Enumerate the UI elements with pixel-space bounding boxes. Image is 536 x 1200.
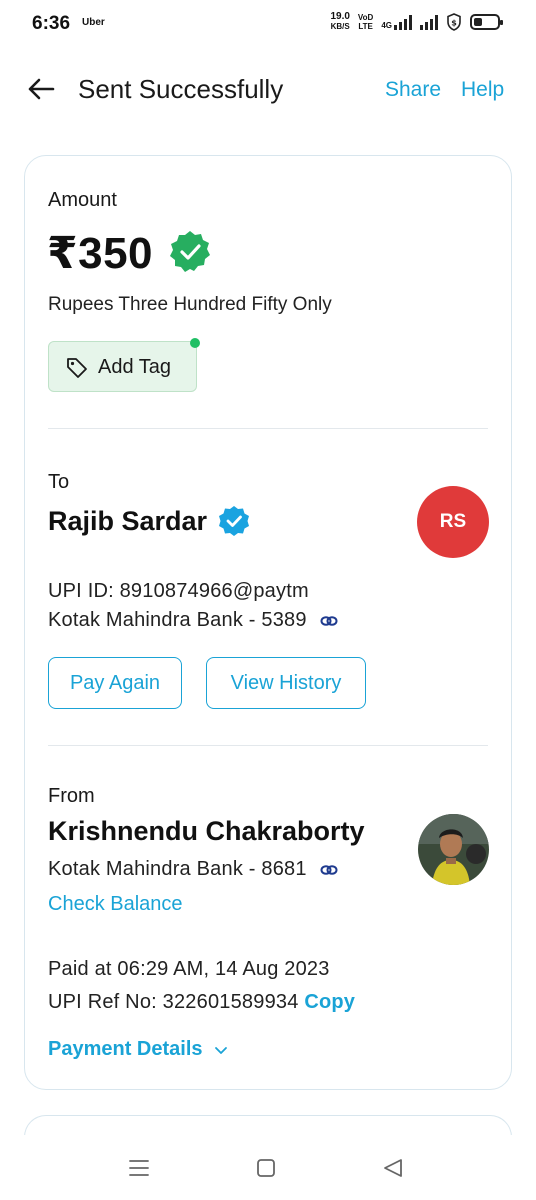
copy-button[interactable]: Copy bbox=[304, 991, 355, 1013]
upi-link-icon bbox=[320, 864, 338, 875]
network-speed: 19.0 KB/S bbox=[330, 11, 350, 32]
battery-icon bbox=[470, 14, 503, 30]
share-button[interactable]: Share bbox=[385, 78, 441, 102]
payment-details-toggle[interactable]: Payment Details bbox=[48, 1038, 228, 1061]
view-history-button[interactable]: View History bbox=[206, 657, 366, 709]
status-app-indicator: Uber bbox=[82, 17, 105, 28]
amount-in-words: Rupees Three Hundred Fifty Only bbox=[48, 294, 332, 315]
volte-indicator: VoD LTE bbox=[357, 13, 374, 31]
to-label: To bbox=[48, 471, 70, 493]
page-title: Sent Successfully bbox=[78, 74, 284, 104]
from-label: From bbox=[48, 785, 95, 807]
signal-icon-2 bbox=[420, 14, 438, 30]
amount-label: Amount bbox=[48, 189, 117, 211]
transaction-card: Amount ₹350 Rupees Three Hundred Fifty O… bbox=[24, 155, 512, 1090]
back-arrow-icon[interactable] bbox=[26, 74, 56, 104]
new-indicator-dot bbox=[190, 338, 200, 348]
tag-icon bbox=[67, 358, 87, 378]
back-icon[interactable] bbox=[381, 1157, 405, 1179]
sender-avatar bbox=[418, 814, 489, 885]
signal-icon: 4G bbox=[381, 14, 412, 30]
divider bbox=[48, 428, 488, 429]
chevron-down-icon bbox=[215, 1046, 227, 1054]
svg-text:$: $ bbox=[451, 19, 457, 28]
pay-again-button[interactable]: Pay Again bbox=[48, 657, 182, 709]
status-icons: 19.0 KB/S VoD LTE 4G $ bbox=[330, 11, 503, 32]
recipient-avatar: RS bbox=[417, 486, 489, 558]
menu-icon[interactable] bbox=[127, 1157, 151, 1179]
shield-icon: $ bbox=[447, 13, 461, 31]
app-header: Sent Successfully Share Help bbox=[0, 62, 536, 118]
sender-bank-row: Kotak Mahindra Bank - 8681 bbox=[48, 858, 338, 881]
sender-name: Krishnendu Chakraborty bbox=[48, 816, 365, 846]
add-tag-label: Add Tag bbox=[98, 356, 172, 378]
sender-photo bbox=[418, 814, 489, 885]
amount-value: ₹350 bbox=[47, 229, 154, 278]
upi-ref-number: UPI Ref No: 322601589934 bbox=[48, 991, 299, 1013]
status-time: 6:36 bbox=[32, 13, 71, 34]
recipient-bank-row: Kotak Mahindra Bank - 5389 bbox=[48, 609, 338, 632]
verified-badge-icon bbox=[219, 506, 249, 536]
upi-ref-row: UPI Ref No: 322601589934 Copy bbox=[48, 991, 355, 1014]
sender-bank: Kotak Mahindra Bank - 8681 bbox=[48, 858, 307, 880]
recipient-name: Rajib Sardar bbox=[48, 506, 208, 536]
recipient-upi-id: UPI ID: 8910874966@paytm bbox=[48, 580, 309, 602]
check-balance-link[interactable]: Check Balance bbox=[48, 893, 183, 916]
paid-at-text: Paid at 06:29 AM, 14 Aug 2023 bbox=[48, 958, 330, 980]
home-icon[interactable] bbox=[255, 1157, 279, 1179]
divider bbox=[48, 745, 488, 746]
status-bar: 6:36 Uber 19.0 KB/S VoD LTE 4G $ bbox=[0, 0, 536, 48]
upi-link-icon bbox=[320, 615, 338, 626]
system-nav-bar bbox=[0, 1135, 536, 1200]
help-button[interactable]: Help bbox=[461, 78, 504, 102]
add-tag-button[interactable]: Add Tag bbox=[48, 341, 197, 392]
success-check-icon bbox=[170, 231, 210, 272]
recipient-bank: Kotak Mahindra Bank - 5389 bbox=[48, 609, 307, 631]
